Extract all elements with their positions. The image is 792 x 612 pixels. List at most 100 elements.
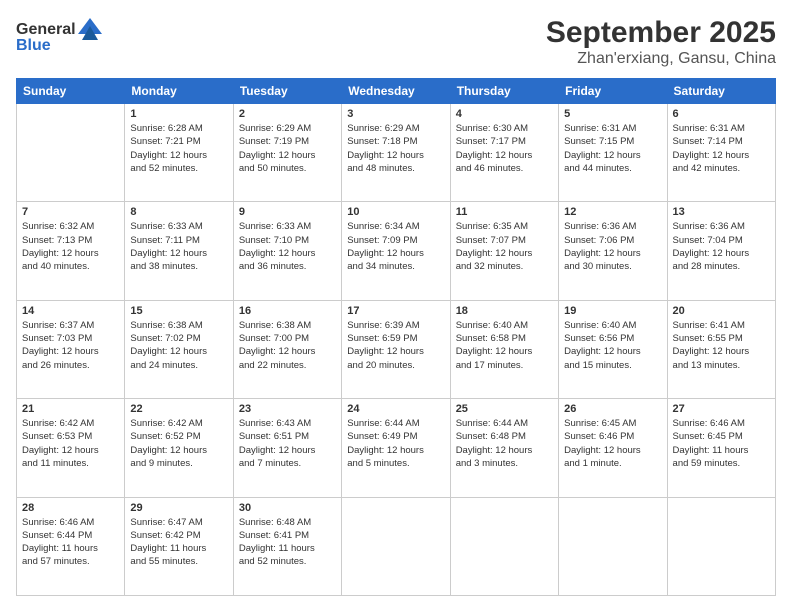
calendar-cell: 1 Sunrise: 6:28 AM Sunset: 7:21 PM Daylig… xyxy=(125,104,233,202)
calendar-header-monday: Monday xyxy=(125,79,233,104)
calendar-week-5: 28 Sunrise: 6:46 AM Sunset: 6:44 PM Dayli… xyxy=(17,497,776,595)
calendar-cell: 27 Sunrise: 6:46 AM Sunset: 6:45 PM Dayli… xyxy=(667,399,775,497)
day-info: Sunrise: 6:47 AM Sunset: 6:42 PM Dayligh… xyxy=(130,516,227,569)
calendar-header-saturday: Saturday xyxy=(667,79,775,104)
day-info: Sunrise: 6:29 AM Sunset: 7:18 PM Dayligh… xyxy=(347,122,444,175)
day-number: 4 xyxy=(456,108,553,120)
day-number: 7 xyxy=(22,206,119,218)
calendar-cell: 5 Sunrise: 6:31 AM Sunset: 7:15 PM Daylig… xyxy=(559,104,667,202)
calendar-week-2: 7Sunrise: 6:32 AM Sunset: 7:13 PM Daylig… xyxy=(17,202,776,300)
day-info: Sunrise: 6:29 AM Sunset: 7:19 PM Dayligh… xyxy=(239,122,336,175)
day-number: 12 xyxy=(564,206,661,218)
day-info: Sunrise: 6:46 AM Sunset: 6:44 PM Dayligh… xyxy=(22,516,119,569)
day-number: 14 xyxy=(22,305,119,317)
day-number: 30 xyxy=(239,502,336,514)
day-info: Sunrise: 6:44 AM Sunset: 6:48 PM Dayligh… xyxy=(456,417,553,470)
calendar-cell: 4 Sunrise: 6:30 AM Sunset: 7:17 PM Daylig… xyxy=(450,104,558,202)
calendar-cell: 12 Sunrise: 6:36 AM Sunset: 7:06 PM Dayli… xyxy=(559,202,667,300)
day-info: Sunrise: 6:37 AM Sunset: 7:03 PM Dayligh… xyxy=(22,319,119,372)
day-info: Sunrise: 6:33 AM Sunset: 7:11 PM Dayligh… xyxy=(130,220,227,273)
day-number: 21 xyxy=(22,403,119,415)
day-number: 3 xyxy=(347,108,444,120)
day-number: 23 xyxy=(239,403,336,415)
calendar-cell: 3 Sunrise: 6:29 AM Sunset: 7:18 PM Daylig… xyxy=(342,104,450,202)
day-info: Sunrise: 6:38 AM Sunset: 7:02 PM Dayligh… xyxy=(130,319,227,372)
svg-text:Blue: Blue xyxy=(16,37,51,54)
calendar-cell: 20 Sunrise: 6:41 AM Sunset: 6:55 PM Dayli… xyxy=(667,300,775,398)
day-number: 27 xyxy=(673,403,770,415)
calendar-cell: 28 Sunrise: 6:46 AM Sunset: 6:44 PM Dayli… xyxy=(17,497,125,595)
day-info: Sunrise: 6:46 AM Sunset: 6:45 PM Dayligh… xyxy=(673,417,770,470)
day-number: 6 xyxy=(673,108,770,120)
calendar-cell: 18 Sunrise: 6:40 AM Sunset: 6:58 PM Dayli… xyxy=(450,300,558,398)
calendar-header-tuesday: Tuesday xyxy=(233,79,341,104)
day-number: 19 xyxy=(564,305,661,317)
calendar-cell: 25 Sunrise: 6:44 AM Sunset: 6:48 PM Dayli… xyxy=(450,399,558,497)
calendar-week-3: 14 Sunrise: 6:37 AM Sunset: 7:03 PM Dayli… xyxy=(17,300,776,398)
day-info: Sunrise: 6:34 AM Sunset: 7:09 PM Dayligh… xyxy=(347,220,444,273)
day-number: 17 xyxy=(347,305,444,317)
day-info: Sunrise: 6:48 AM Sunset: 6:41 PM Dayligh… xyxy=(239,516,336,569)
calendar-cell: 24Sunrise: 6:44 AM Sunset: 6:49 PM Dayli… xyxy=(342,399,450,497)
svg-text:General: General xyxy=(16,21,76,38)
calendar-header-sunday: Sunday xyxy=(17,79,125,104)
day-info: Sunrise: 6:38 AM Sunset: 7:00 PM Dayligh… xyxy=(239,319,336,372)
calendar-header-friday: Friday xyxy=(559,79,667,104)
header: General Blue September 2025 Zhan'erxiang… xyxy=(16,16,776,68)
calendar-cell: 23 Sunrise: 6:43 AM Sunset: 6:51 PM Dayli… xyxy=(233,399,341,497)
day-number: 15 xyxy=(130,305,227,317)
calendar-week-1: 1 Sunrise: 6:28 AM Sunset: 7:21 PM Daylig… xyxy=(17,104,776,202)
calendar-cell: 11Sunrise: 6:35 AM Sunset: 7:07 PM Dayli… xyxy=(450,202,558,300)
calendar-cell: 21 Sunrise: 6:42 AM Sunset: 6:53 PM Dayli… xyxy=(17,399,125,497)
calendar-cell xyxy=(450,497,558,595)
day-number: 22 xyxy=(130,403,227,415)
calendar-cell: 19 Sunrise: 6:40 AM Sunset: 6:56 PM Dayli… xyxy=(559,300,667,398)
calendar-cell: 30 Sunrise: 6:48 AM Sunset: 6:41 PM Dayli… xyxy=(233,497,341,595)
day-info: Sunrise: 6:43 AM Sunset: 6:51 PM Dayligh… xyxy=(239,417,336,470)
day-info: Sunrise: 6:40 AM Sunset: 6:56 PM Dayligh… xyxy=(564,319,661,372)
calendar-cell xyxy=(667,497,775,595)
day-info: Sunrise: 6:30 AM Sunset: 7:17 PM Dayligh… xyxy=(456,122,553,175)
day-info: Sunrise: 6:42 AM Sunset: 6:52 PM Dayligh… xyxy=(130,417,227,470)
day-number: 11 xyxy=(456,206,553,218)
calendar-week-4: 21 Sunrise: 6:42 AM Sunset: 6:53 PM Dayli… xyxy=(17,399,776,497)
day-number: 16 xyxy=(239,305,336,317)
day-info: Sunrise: 6:41 AM Sunset: 6:55 PM Dayligh… xyxy=(673,319,770,372)
subtitle: Zhan'erxiang, Gansu, China xyxy=(546,50,776,68)
day-info: Sunrise: 6:36 AM Sunset: 7:06 PM Dayligh… xyxy=(564,220,661,273)
calendar-cell: 15 Sunrise: 6:38 AM Sunset: 7:02 PM Dayli… xyxy=(125,300,233,398)
day-info: Sunrise: 6:31 AM Sunset: 7:14 PM Dayligh… xyxy=(673,122,770,175)
calendar-table: SundayMondayTuesdayWednesdayThursdayFrid… xyxy=(16,78,776,596)
calendar-header-thursday: Thursday xyxy=(450,79,558,104)
calendar-cell: 7Sunrise: 6:32 AM Sunset: 7:13 PM Daylig… xyxy=(17,202,125,300)
calendar-cell xyxy=(342,497,450,595)
day-number: 20 xyxy=(673,305,770,317)
calendar-cell: 26 Sunrise: 6:45 AM Sunset: 6:46 PM Dayli… xyxy=(559,399,667,497)
day-number: 10 xyxy=(347,206,444,218)
day-info: Sunrise: 6:31 AM Sunset: 7:15 PM Dayligh… xyxy=(564,122,661,175)
calendar-cell: 13Sunrise: 6:36 AM Sunset: 7:04 PM Dayli… xyxy=(667,202,775,300)
day-number: 25 xyxy=(456,403,553,415)
day-info: Sunrise: 6:42 AM Sunset: 6:53 PM Dayligh… xyxy=(22,417,119,470)
day-number: 1 xyxy=(130,108,227,120)
title-block: September 2025 Zhan'erxiang, Gansu, Chin… xyxy=(546,16,776,68)
day-number: 18 xyxy=(456,305,553,317)
day-number: 2 xyxy=(239,108,336,120)
day-number: 9 xyxy=(239,206,336,218)
day-number: 5 xyxy=(564,108,661,120)
day-info: Sunrise: 6:28 AM Sunset: 7:21 PM Dayligh… xyxy=(130,122,227,175)
day-info: Sunrise: 6:40 AM Sunset: 6:58 PM Dayligh… xyxy=(456,319,553,372)
day-number: 29 xyxy=(130,502,227,514)
calendar-cell: 16 Sunrise: 6:38 AM Sunset: 7:00 PM Dayli… xyxy=(233,300,341,398)
calendar-cell xyxy=(559,497,667,595)
day-number: 26 xyxy=(564,403,661,415)
day-info: Sunrise: 6:45 AM Sunset: 6:46 PM Dayligh… xyxy=(564,417,661,470)
day-number: 13 xyxy=(673,206,770,218)
calendar-cell: 17Sunrise: 6:39 AM Sunset: 6:59 PM Dayli… xyxy=(342,300,450,398)
calendar-header-row: SundayMondayTuesdayWednesdayThursdayFrid… xyxy=(17,79,776,104)
main-title: September 2025 xyxy=(546,16,776,50)
day-number: 28 xyxy=(22,502,119,514)
calendar-cell: 29 Sunrise: 6:47 AM Sunset: 6:42 PM Dayli… xyxy=(125,497,233,595)
logo-svg: General Blue xyxy=(16,16,106,56)
calendar-cell: 14 Sunrise: 6:37 AM Sunset: 7:03 PM Dayli… xyxy=(17,300,125,398)
